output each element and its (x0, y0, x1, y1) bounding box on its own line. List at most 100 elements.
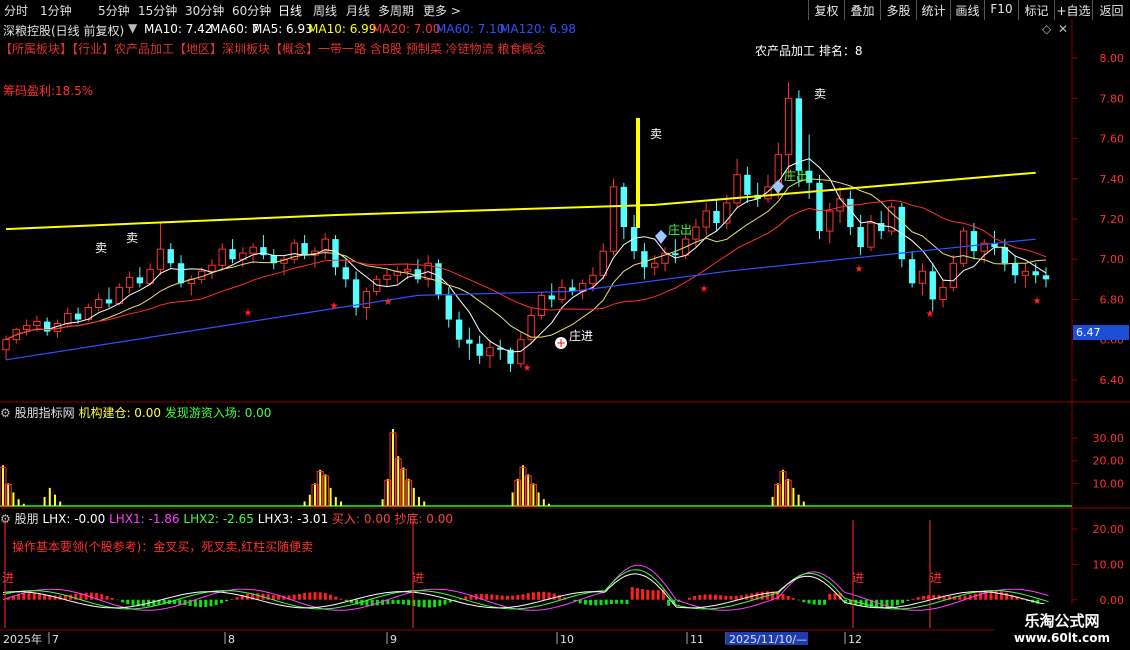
indicator2-bar (141, 599, 145, 607)
candle-body (589, 274, 597, 284)
candle-body (744, 174, 751, 195)
indicator2-bar (131, 599, 135, 606)
star-marker: ★ (523, 363, 532, 374)
star-marker: ★ (855, 264, 864, 275)
indicator2-bar (199, 599, 203, 608)
candle-body (1032, 271, 1039, 276)
indicator2-bar (121, 599, 125, 603)
indicator2-bar (516, 594, 520, 600)
indicator2-bar (256, 593, 260, 600)
timeline-label: 9 (390, 633, 397, 646)
indicator2-bar (32, 592, 36, 600)
candle-body (713, 210, 720, 224)
indicator2-bar (438, 599, 442, 607)
candle-body (702, 210, 710, 228)
indicator2-bar (609, 599, 613, 605)
indicator2-bar (297, 593, 301, 600)
indicator2-bar (511, 595, 515, 600)
indicator2-bar (958, 596, 962, 600)
candle-body (249, 246, 257, 254)
candle-body (455, 319, 463, 340)
indicator2-bar (344, 599, 348, 601)
indicator2-bar (615, 599, 619, 604)
y-tick-label: 6.40 (1100, 374, 1125, 387)
chart-canvas[interactable]: 6.406.606.807.007.207.407.607.808.00卖卖卖卖… (0, 0, 1130, 650)
candle-body (197, 270, 206, 280)
indicator2-bar (318, 592, 322, 600)
candle-body (795, 98, 803, 171)
star-marker: ★ (330, 301, 339, 312)
indicator2-bar (589, 599, 593, 606)
candle-body (2, 339, 10, 351)
candle-body (167, 249, 174, 264)
indicator2-bar (542, 591, 546, 600)
buy-in-label: 进 (412, 571, 424, 585)
candle-body (476, 343, 483, 356)
y-tick-label: 6.80 (1100, 293, 1125, 306)
indicator2-bar (401, 599, 405, 605)
buy-marker-plus: + (556, 336, 566, 350)
indicator2-bar (667, 599, 671, 606)
indicator2-bar (698, 594, 702, 600)
indicator2-bar (641, 589, 645, 600)
indicator2-bar (687, 597, 691, 600)
indicator2-bar (620, 599, 624, 604)
y-tick-label: 30.00 (1093, 432, 1125, 445)
timeline-label: 7 (52, 633, 59, 646)
y-tick-label: 7.60 (1100, 133, 1125, 146)
indicator2-bar (485, 593, 489, 600)
indicator2-bar (126, 599, 130, 605)
star-marker: ★ (926, 309, 935, 320)
indicator2-bar (916, 597, 920, 600)
indicator2-bar (713, 594, 717, 600)
candle-body (136, 277, 144, 284)
y-tick-label: 7.20 (1100, 213, 1125, 226)
candle-body (672, 253, 679, 256)
y-tick-label: 7.80 (1100, 92, 1125, 105)
watermark-title: 乐淘公式网 (1024, 612, 1100, 630)
indicator2-bar (594, 599, 598, 606)
candle-body (156, 248, 165, 270)
indicator2-bar (230, 598, 234, 600)
indicator2-bar (313, 592, 317, 600)
candle-body (33, 321, 41, 327)
indicator2-bar (786, 595, 790, 600)
indicator2-bar (537, 591, 541, 600)
indicator2-bar (214, 599, 218, 606)
candle-body (229, 249, 236, 260)
candle-body (466, 339, 473, 344)
indicator2-bar (807, 599, 811, 604)
candle-body (784, 97, 793, 156)
indicator2-bar (729, 595, 733, 600)
candle-body (599, 250, 607, 276)
candle-body (651, 262, 659, 268)
indicator2-bar (630, 587, 634, 600)
candle-body (301, 243, 308, 256)
buy-in-label: 进 (930, 571, 942, 585)
sell-label: 卖 (95, 241, 107, 255)
indicator2-bar (490, 594, 494, 600)
indicator2-bar (27, 592, 31, 600)
indicator2-bar (178, 599, 182, 605)
indicator2-bar (303, 593, 307, 600)
star-marker: ★ (1033, 296, 1042, 307)
candle-body (692, 226, 700, 240)
candle-body (970, 231, 978, 252)
indicator2-bar (583, 599, 587, 605)
indicator2-bar (443, 599, 447, 605)
indicator2-bar (235, 596, 239, 600)
star-marker: ★ (700, 284, 709, 295)
entry-label: 庄进 (569, 328, 593, 343)
indicator2-bar (323, 593, 327, 600)
indicator2-bar (105, 595, 109, 600)
indicator2-bar (823, 599, 827, 605)
indicator2-bar (396, 599, 400, 604)
candle-body (403, 268, 412, 272)
indicator2-bar (531, 592, 535, 600)
y-tick-label: 7.40 (1100, 173, 1125, 186)
candle-body (949, 262, 958, 288)
candle-body (22, 325, 31, 331)
indicator2-bar (453, 599, 457, 601)
indicator2-bar (427, 599, 431, 608)
candle-body (929, 271, 936, 300)
